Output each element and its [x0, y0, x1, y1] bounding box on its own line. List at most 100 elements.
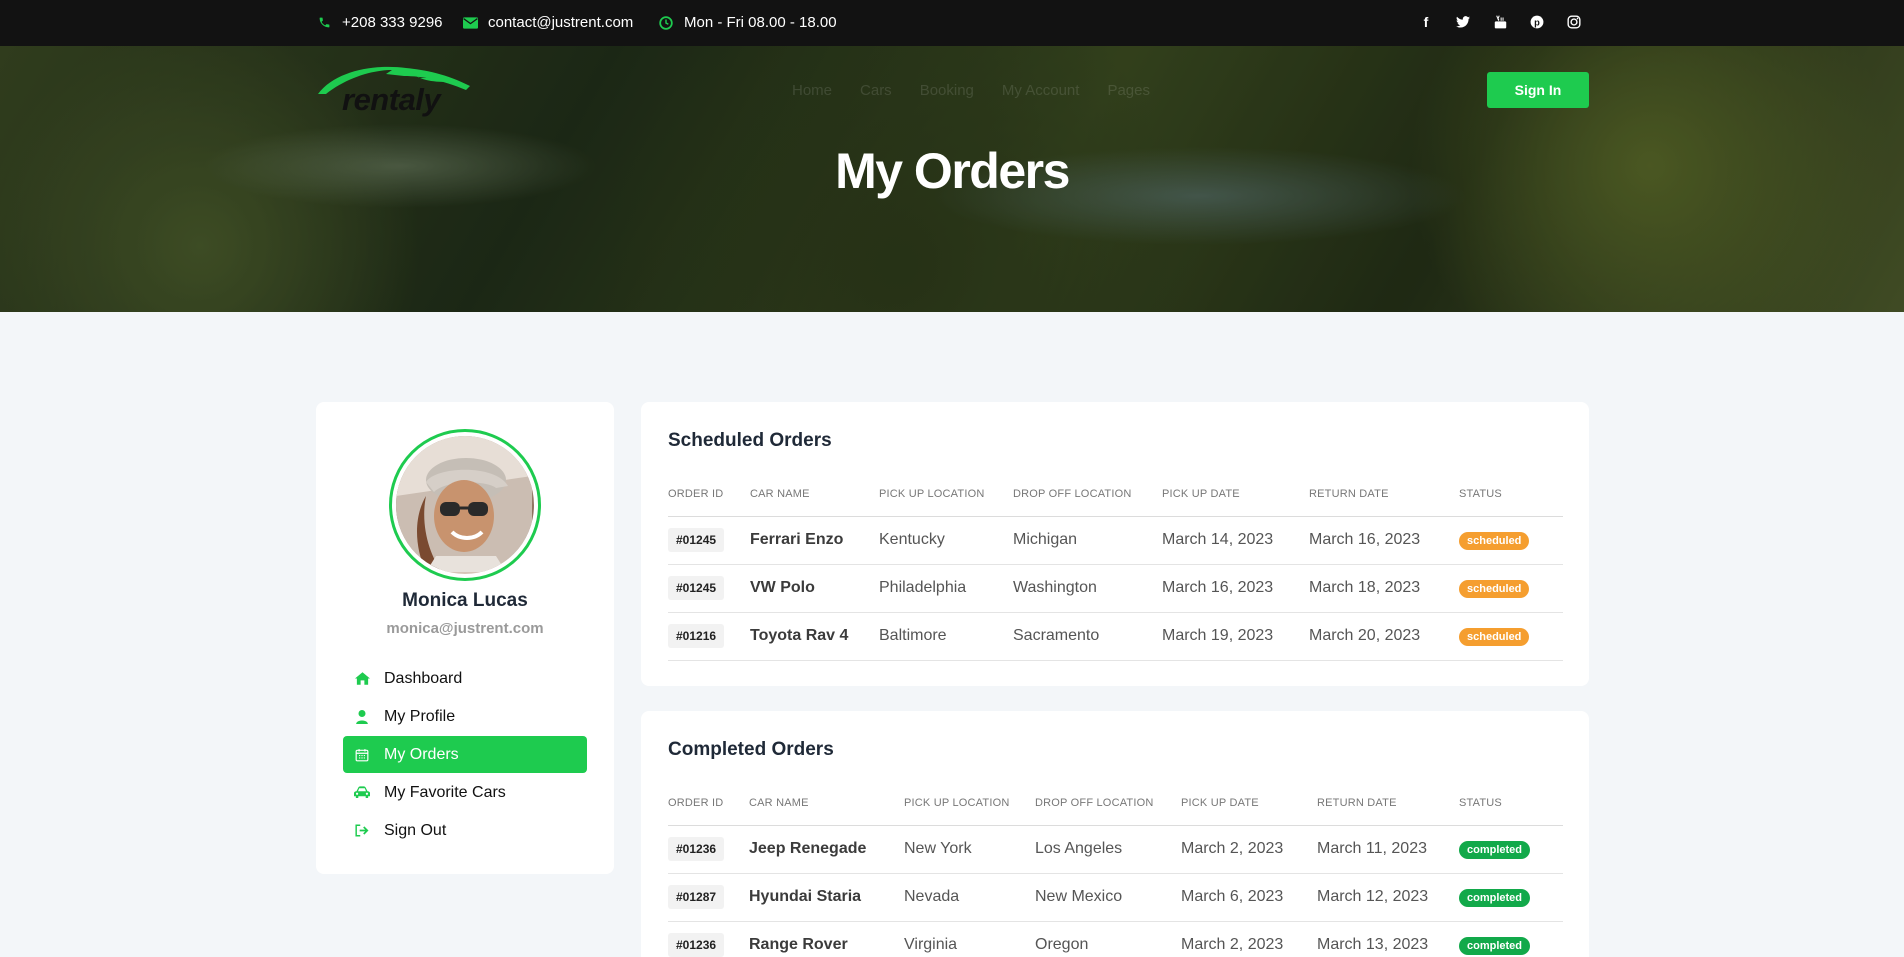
column-header: Pick Up Location: [904, 781, 1035, 826]
column-header: Return Date: [1309, 472, 1459, 517]
dropoff-location: Oregon: [1035, 921, 1181, 957]
car-name: Jeep Renegade: [749, 825, 904, 874]
scheduled-orders-table: Order ID Car Name Pick Up Location Drop …: [668, 472, 1563, 661]
order-id: #01287: [668, 885, 725, 909]
nav-booking[interactable]: Booking: [920, 82, 974, 99]
menu-item-my-favorite-cars[interactable]: My Favorite Cars: [343, 774, 587, 811]
order-id: #01245: [668, 576, 725, 600]
dropoff-location: Los Angeles: [1035, 825, 1181, 874]
column-header: Pick Up Date: [1162, 472, 1309, 517]
car-name: Hyundai Staria: [749, 873, 904, 922]
table-row[interactable]: #01236 Range Rover Virginia Oregon March…: [668, 921, 1563, 957]
pickup-location: Virginia: [904, 921, 1035, 957]
profile-sidebar: Monica Lucas monica@justrent.com Dashboa…: [316, 402, 614, 874]
menu-item-my-profile[interactable]: My Profile: [343, 698, 587, 735]
topbar-phone[interactable]: +208 333 9296: [316, 14, 443, 31]
nav-pages[interactable]: Pages: [1107, 82, 1150, 99]
pinterest-icon[interactable]: p: [1529, 14, 1545, 30]
return-date: March 13, 2023: [1317, 921, 1459, 957]
completed-orders-table: Order ID Car Name Pick Up Location Drop …: [668, 781, 1563, 957]
order-id: #01236: [668, 837, 725, 861]
pickup-date: March 2, 2023: [1181, 921, 1317, 957]
nav-my-account[interactable]: My Account: [1002, 82, 1080, 99]
column-header: Status: [1459, 472, 1563, 517]
pickup-date: March 2, 2023: [1181, 825, 1317, 874]
menu-item-label: Sign Out: [384, 821, 447, 839]
column-header: Car Name: [750, 472, 879, 517]
column-header: Status: [1459, 781, 1563, 826]
pickup-location: Nevada: [904, 873, 1035, 922]
pickup-date: March 14, 2023: [1162, 516, 1309, 565]
scheduled-orders-title: Scheduled Orders: [668, 430, 832, 451]
calendar-icon: [354, 747, 370, 763]
topbar-email[interactable]: contact@justrent.com: [462, 14, 633, 31]
menu-item-dashboard[interactable]: Dashboard: [343, 660, 587, 697]
column-header: Drop Off Location: [1035, 781, 1181, 826]
clock-icon: [658, 15, 674, 31]
twitter-icon[interactable]: [1455, 14, 1471, 30]
status-badge: scheduled: [1459, 627, 1530, 646]
column-header: Return Date: [1317, 781, 1459, 826]
status-badge: completed: [1459, 936, 1531, 955]
table-row[interactable]: #01245 VW Polo Philadelphia Washington M…: [668, 564, 1563, 613]
svg-text:p: p: [1534, 18, 1540, 28]
pickup-location: Kentucky: [879, 516, 1013, 565]
column-header: Order ID: [668, 781, 749, 826]
top-info-bar: +208 333 9296 contact@justrent.com Mon -…: [0, 0, 1904, 46]
youtube-icon[interactable]: [1492, 14, 1508, 30]
site-logo[interactable]: rentaly: [316, 60, 476, 117]
status-badge: completed: [1459, 840, 1531, 859]
menu-item-label: Dashboard: [384, 669, 463, 687]
hero-banner: rentaly Home Cars Booking My Account Pag…: [0, 46, 1904, 312]
main-nav: Home Cars Booking My Account Pages: [792, 82, 1150, 99]
dropoff-location: Washington: [1013, 564, 1162, 613]
column-header: Drop Off Location: [1013, 472, 1162, 517]
topbar-hours: Mon - Fri 08.00 - 18.00: [658, 14, 837, 31]
menu-item-label: My Favorite Cars: [384, 783, 506, 801]
scheduled-orders-card: Scheduled Orders Order ID Car Name Pick …: [641, 402, 1589, 686]
user-icon: [354, 709, 370, 725]
pickup-location: Philadelphia: [879, 564, 1013, 613]
order-id: #01216: [668, 624, 725, 648]
menu-item-my-orders[interactable]: My Orders: [343, 736, 587, 773]
return-date: March 20, 2023: [1309, 612, 1459, 661]
column-header: Order ID: [668, 472, 750, 517]
logo-text: rentaly: [342, 82, 441, 117]
menu-item-sign-out[interactable]: Sign Out: [343, 812, 587, 849]
avatar: [389, 429, 541, 581]
table-row[interactable]: #01236 Jeep Renegade New York Los Angele…: [668, 825, 1563, 874]
nav-cars[interactable]: Cars: [860, 82, 892, 99]
status-badge: completed: [1459, 888, 1531, 907]
profile-email: monica@justrent.com: [386, 620, 544, 637]
order-id: #01245: [668, 528, 725, 552]
order-id: #01236: [668, 933, 725, 957]
pickup-location: New York: [904, 825, 1035, 874]
topbar-phone-text: +208 333 9296: [342, 14, 443, 31]
instagram-icon[interactable]: [1566, 14, 1582, 30]
facebook-icon[interactable]: f: [1418, 14, 1434, 30]
table-row[interactable]: #01216 Toyota Rav 4 Baltimore Sacramento…: [668, 612, 1563, 661]
completed-orders-card: Completed Orders Order ID Car Name Pick …: [641, 711, 1589, 957]
status-badge: scheduled: [1459, 531, 1530, 550]
nav-home[interactable]: Home: [792, 82, 832, 99]
dropoff-location: Sacramento: [1013, 612, 1162, 661]
social-links: f p: [1418, 14, 1582, 30]
car-icon: [354, 785, 370, 801]
sign-out-icon: [354, 823, 370, 839]
home-icon: [354, 671, 370, 687]
completed-orders-title: Completed Orders: [668, 739, 834, 760]
page-title: My Orders: [835, 143, 1070, 199]
dropoff-location: Michigan: [1013, 516, 1162, 565]
return-date: March 11, 2023: [1317, 825, 1459, 874]
table-row[interactable]: #01287 Hyundai Staria Nevada New Mexico …: [668, 873, 1563, 922]
status-badge: scheduled: [1459, 579, 1530, 598]
profile-name: Monica Lucas: [402, 590, 528, 611]
topbar-hours-text: Mon - Fri 08.00 - 18.00: [684, 14, 837, 31]
column-header: Car Name: [749, 781, 904, 826]
table-row[interactable]: #01245 Ferrari Enzo Kentucky Michigan Ma…: [668, 516, 1563, 565]
return-date: March 12, 2023: [1317, 873, 1459, 922]
pickup-date: March 19, 2023: [1162, 612, 1309, 661]
sign-in-button[interactable]: Sign In: [1487, 72, 1589, 108]
pickup-date: March 16, 2023: [1162, 564, 1309, 613]
column-header: Pick Up Location: [879, 472, 1013, 517]
